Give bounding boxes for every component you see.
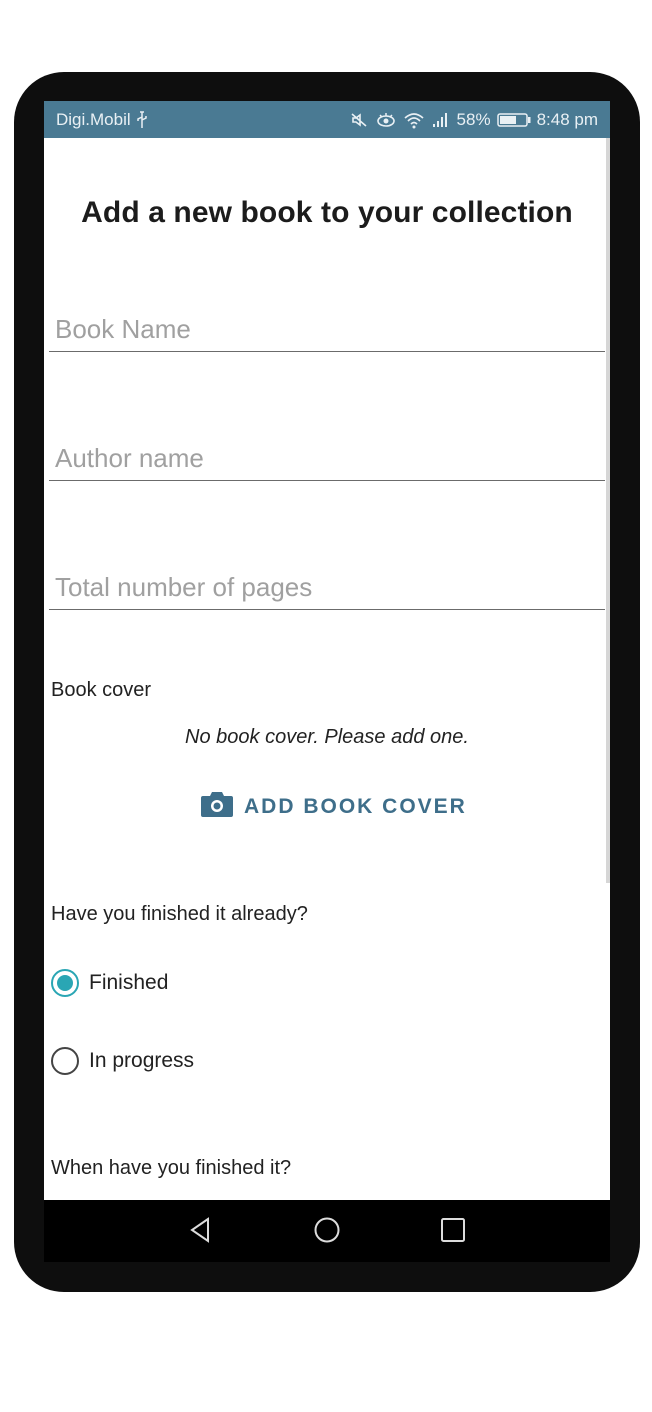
- finished-date-question: When have you finished it?: [51, 1157, 292, 1179]
- screen: Digi.Mobil 58% 8:48 pm Add a new book to…: [44, 101, 610, 1262]
- book-cover-label: Book cover: [51, 679, 152, 701]
- scrollbar[interactable]: [606, 138, 610, 883]
- clock: 8:48 pm: [536, 109, 598, 129]
- navigation-bar: [44, 1200, 610, 1262]
- add-book-cover-label: ADD BOOK COVER: [244, 795, 467, 818]
- radio-finished[interactable]: Finished: [51, 969, 168, 997]
- status-bar: Digi.Mobil 58% 8:48 pm: [44, 101, 610, 138]
- radio-unchecked-icon: [51, 1047, 79, 1075]
- home-icon[interactable]: [313, 1216, 341, 1249]
- recent-apps-icon[interactable]: [440, 1216, 466, 1249]
- camera-icon: [200, 790, 234, 824]
- finished-question: Have you finished it already?: [51, 903, 308, 925]
- battery-percent: 58%: [456, 109, 491, 129]
- pages-input[interactable]: [55, 572, 595, 603]
- radio-in-progress-label: In progress: [89, 1049, 195, 1072]
- page-title: Add a new book to your collection: [81, 196, 573, 229]
- signal-icon: [431, 112, 451, 128]
- pages-field[interactable]: [49, 561, 605, 610]
- book-name-input[interactable]: [55, 314, 595, 345]
- usb-icon: [135, 110, 149, 129]
- radio-in-progress[interactable]: In progress: [51, 1047, 194, 1075]
- radio-finished-label: Finished: [89, 971, 169, 994]
- back-icon[interactable]: [188, 1216, 212, 1249]
- eye-icon: [375, 111, 397, 129]
- carrier-label: Digi.Mobil: [56, 109, 131, 129]
- add-book-cover-button[interactable]: ADD BOOK COVER: [200, 790, 467, 824]
- no-cover-message: No book cover. Please add one.: [185, 726, 469, 748]
- author-name-field[interactable]: [49, 432, 605, 481]
- battery-icon: [496, 112, 531, 128]
- wifi-icon: [403, 111, 425, 129]
- mute-icon: [349, 111, 369, 129]
- book-name-field[interactable]: [49, 303, 605, 352]
- form-scroll-area[interactable]: Add a new book to your collection Book c…: [44, 138, 610, 1200]
- author-name-input[interactable]: [55, 443, 595, 474]
- radio-checked-icon: [51, 969, 79, 997]
